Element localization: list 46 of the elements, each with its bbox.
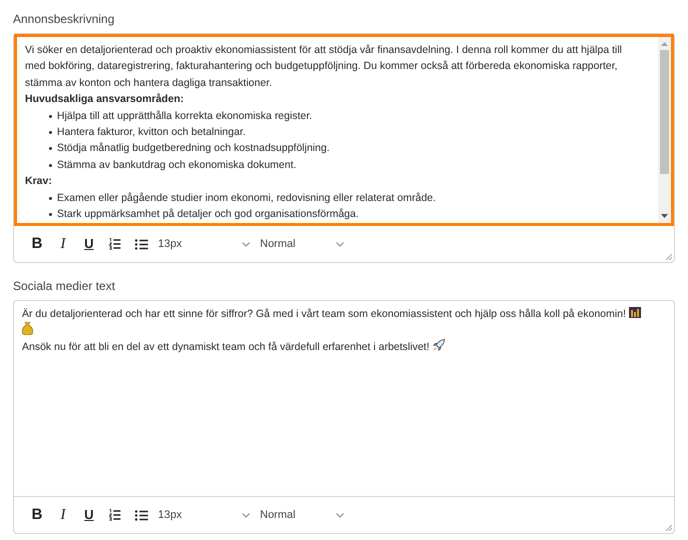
list-item: Examen eller pågående studier inom ekonomi, redovisning eller relaterat område. — [57, 190, 436, 206]
bullet-icon — [49, 164, 52, 167]
list-item: Stämma av bankutdrag och ekonomiska dokument. — [57, 158, 296, 173]
resize-handle-icon[interactable] — [666, 254, 672, 260]
paragraph: Är du detaljorienterad och har ett sinne för siffror? Gå med i vårt team som ekonomiassistent och hjälp oss hålla koll på ekonomin! — [22, 308, 626, 320]
bullet-list-icon — [134, 238, 148, 250]
list-item: Stödja månatlig budgetberedning och kostnadsuppföljning. — [57, 141, 330, 156]
text-style-dropdown[interactable]: Normal — [250, 233, 344, 255]
resize-handle-icon[interactable] — [666, 525, 672, 531]
list-item: Hjälpa till att upprätthålla korrekta ekonomiska register. — [57, 108, 312, 124]
paragraph: Vi söker en detaljorienterad och proaktiv ekonomiassistent för att stödja vår finansavdelning. I denna roll kommer du att hjälpa till med bokföring, dataregistrering, fakturahantering och budgetuppföljning. Du kommer också att förbereda ekonomiska rapporter, stämma av konton och hantera dagliga transaktioner. — [25, 43, 623, 91]
font-size-dropdown[interactable]: 13px — [154, 504, 250, 526]
scrollbar[interactable] — [658, 37, 671, 223]
bullet-icon — [49, 147, 52, 150]
field-label: Annonsbeskrivning — [13, 11, 116, 28]
bar-chart-icon — [628, 307, 641, 318]
bullet-icon — [49, 196, 52, 200]
paragraph: Ansök nu för att bli en del av ett dynamiskt team och få värdefull erfarenhet i arbetslivet! — [22, 340, 430, 353]
chevron-down-icon — [336, 242, 344, 246]
bold-button[interactable]: B — [24, 233, 50, 255]
bullet-icon — [49, 114, 52, 118]
section-heading: Krav: — [25, 174, 53, 190]
chevron-down-icon — [242, 512, 250, 518]
ordered-list-icon — [109, 509, 121, 521]
bold-button[interactable]: B — [24, 504, 50, 526]
editor-content-area[interactable] — [14, 34, 674, 226]
bullet-list-icon — [134, 510, 148, 520]
italic-button[interactable]: I — [50, 504, 76, 526]
bullet-icon — [49, 213, 52, 216]
list-item: Hantera fakturor, kvitton och betalningar. — [57, 125, 246, 140]
ordered-list-icon — [109, 238, 121, 250]
field-label: Sociala medier text — [13, 278, 116, 295]
money-bag-icon — [22, 322, 33, 336]
scrollbar-thumb[interactable] — [660, 50, 669, 174]
font-size-dropdown[interactable]: 13px — [154, 233, 250, 255]
scroll-down-icon[interactable] — [661, 214, 668, 218]
rocket-icon — [432, 338, 446, 352]
list-item: Stark uppmärksamhet på detaljer och god organisationsförmåga. — [57, 207, 359, 222]
underline-button[interactable]: U — [76, 504, 102, 526]
bullet-icon — [49, 131, 52, 134]
chevron-down-icon — [242, 242, 250, 246]
italic-button[interactable]: I — [50, 233, 76, 255]
chevron-down-icon — [336, 512, 344, 518]
section-heading: Huvudsakliga ansvarsområden: — [25, 92, 185, 108]
underline-button[interactable]: U — [76, 233, 102, 255]
text-style-dropdown[interactable]: Normal — [250, 504, 344, 526]
